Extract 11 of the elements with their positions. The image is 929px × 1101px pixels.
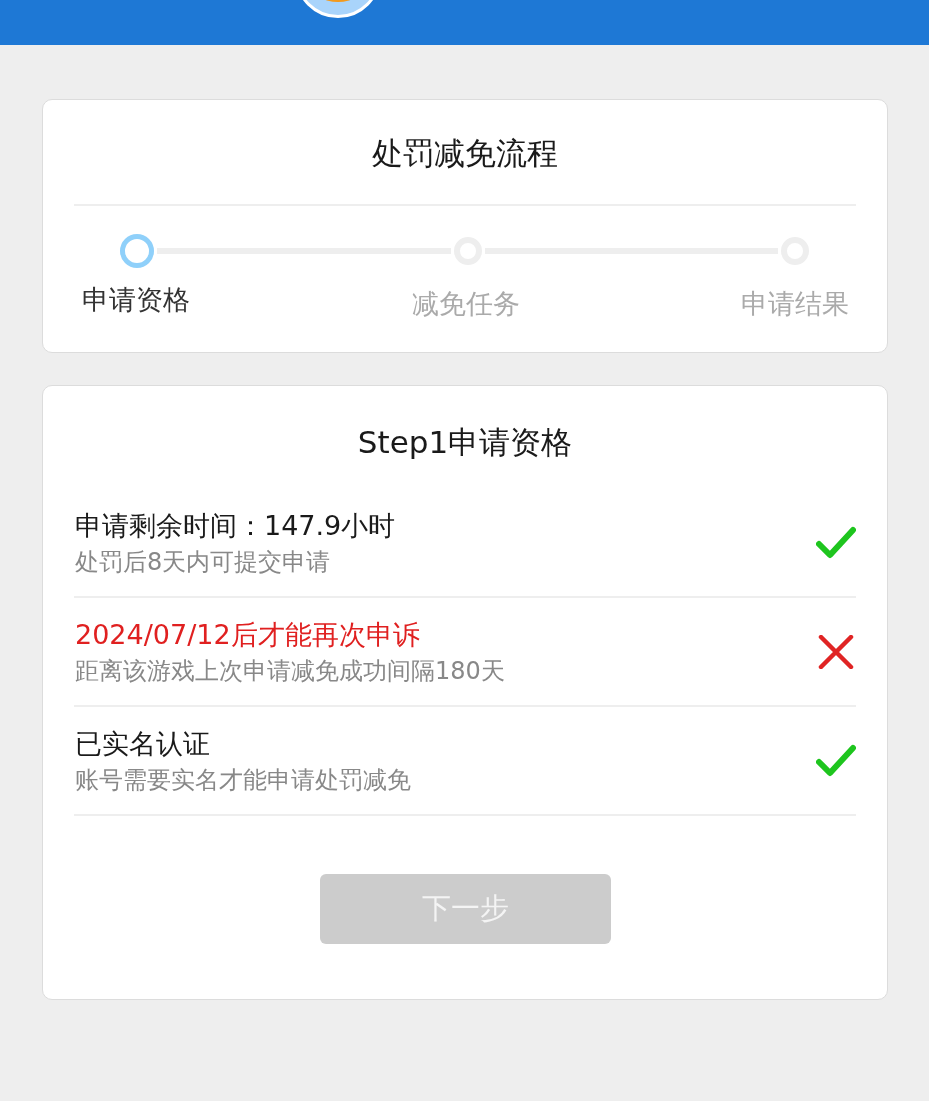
requirement-note: 距离该游戏上次申请减免成功间隔180天 (75, 656, 505, 687)
requirement-title: 已实名认证 (75, 727, 210, 761)
requirement-note: 账号需要实名才能申请处罚减免 (75, 765, 411, 796)
step-label: 申请资格 (81, 283, 191, 317)
card-title: Step1申请资格 (357, 423, 573, 462)
requirement-title: 申请剩余时间：147.9小时 (75, 509, 396, 543)
step-label: 申请结果 (740, 287, 850, 321)
card-title: 处罚减免流程 (372, 134, 558, 173)
requirement-title: 2024/07/12后才能再次申诉 (75, 618, 420, 652)
step-label: 减免任务 (410, 287, 521, 321)
requirement-note: 处罚后8天内可提交申请 (75, 547, 331, 578)
